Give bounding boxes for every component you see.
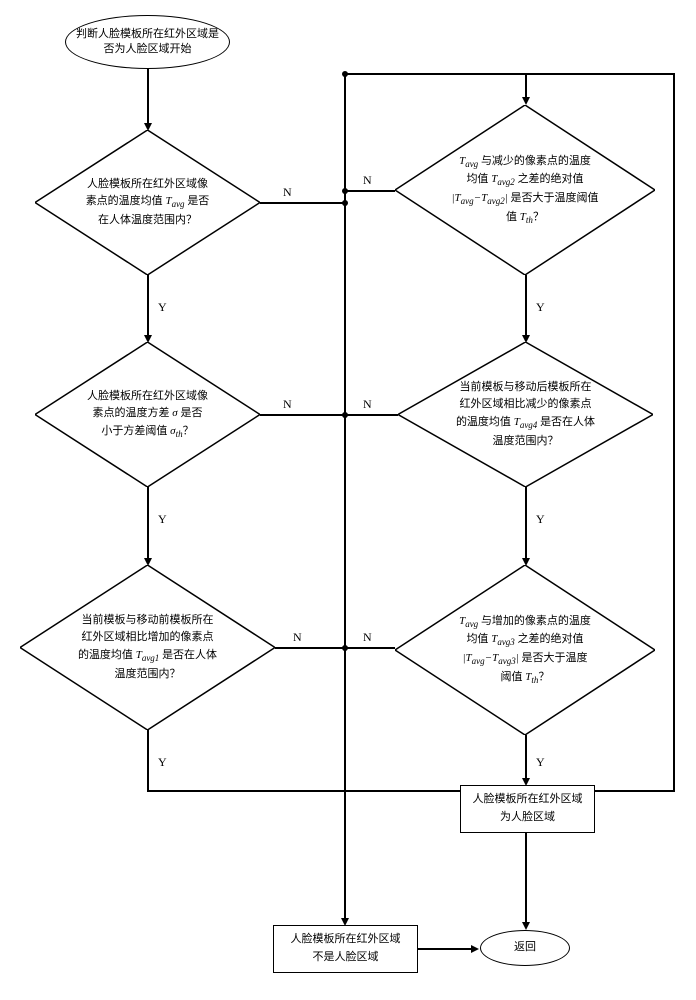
return-text: 返回	[514, 940, 536, 955]
decision-variance: 人脸模板所在红外区域像 素点的温度方差 σ 是否 小于方差阈值 σth？	[35, 342, 260, 487]
label-y-3: Y	[158, 755, 167, 770]
label-y-4: Y	[536, 300, 545, 315]
decision-avg3-diff: Tavg 与增加的像素点的温度 均值 Tavg3 之差的绝对值 |Tavg−Ta…	[395, 565, 655, 735]
label-n-3: N	[293, 630, 302, 645]
decision-temp-avg: 人脸模板所在红外区域像 素点的温度均值 Tavg 是否 在人体温度范围内？	[35, 130, 260, 275]
label-n-4: N	[363, 173, 372, 188]
start-terminal: 判断人脸模板所在红外区域是否为人脸区域开始	[65, 15, 230, 69]
label-n-6: N	[363, 630, 372, 645]
label-n-2: N	[283, 397, 292, 412]
label-y-1: Y	[158, 300, 167, 315]
label-y-5: Y	[536, 512, 545, 527]
return-terminal: 返回	[480, 930, 570, 966]
decision-avg1: 当前模板与移动前模板所在 红外区域相比增加的像素点 的温度均值 Tavg1 是否…	[20, 565, 275, 730]
start-text: 判断人脸模板所在红外区域是否为人脸区域开始	[74, 27, 221, 58]
decision-avg4: 当前模板与移动后模板所在 红外区域相比减少的像素点 的温度均值 Tavg4 是否…	[398, 342, 653, 487]
label-n-5: N	[363, 397, 372, 412]
decision-avg2-diff: Tavg 与减少的像素点的温度 均值 Tavg2 之差的绝对值 |Tavg−Ta…	[395, 105, 655, 275]
flowchart-container: 判断人脸模板所在红外区域是否为人脸区域开始 人脸模板所在红外区域像 素点的温度均…	[15, 15, 681, 985]
result-not-face: 人脸模板所在红外区域 不是人脸区域	[273, 925, 418, 973]
label-n-1: N	[283, 185, 292, 200]
label-y-6: Y	[536, 755, 545, 770]
result-is-face: 人脸模板所在红外区域 为人脸区域	[460, 785, 595, 833]
label-y-2: Y	[158, 512, 167, 527]
